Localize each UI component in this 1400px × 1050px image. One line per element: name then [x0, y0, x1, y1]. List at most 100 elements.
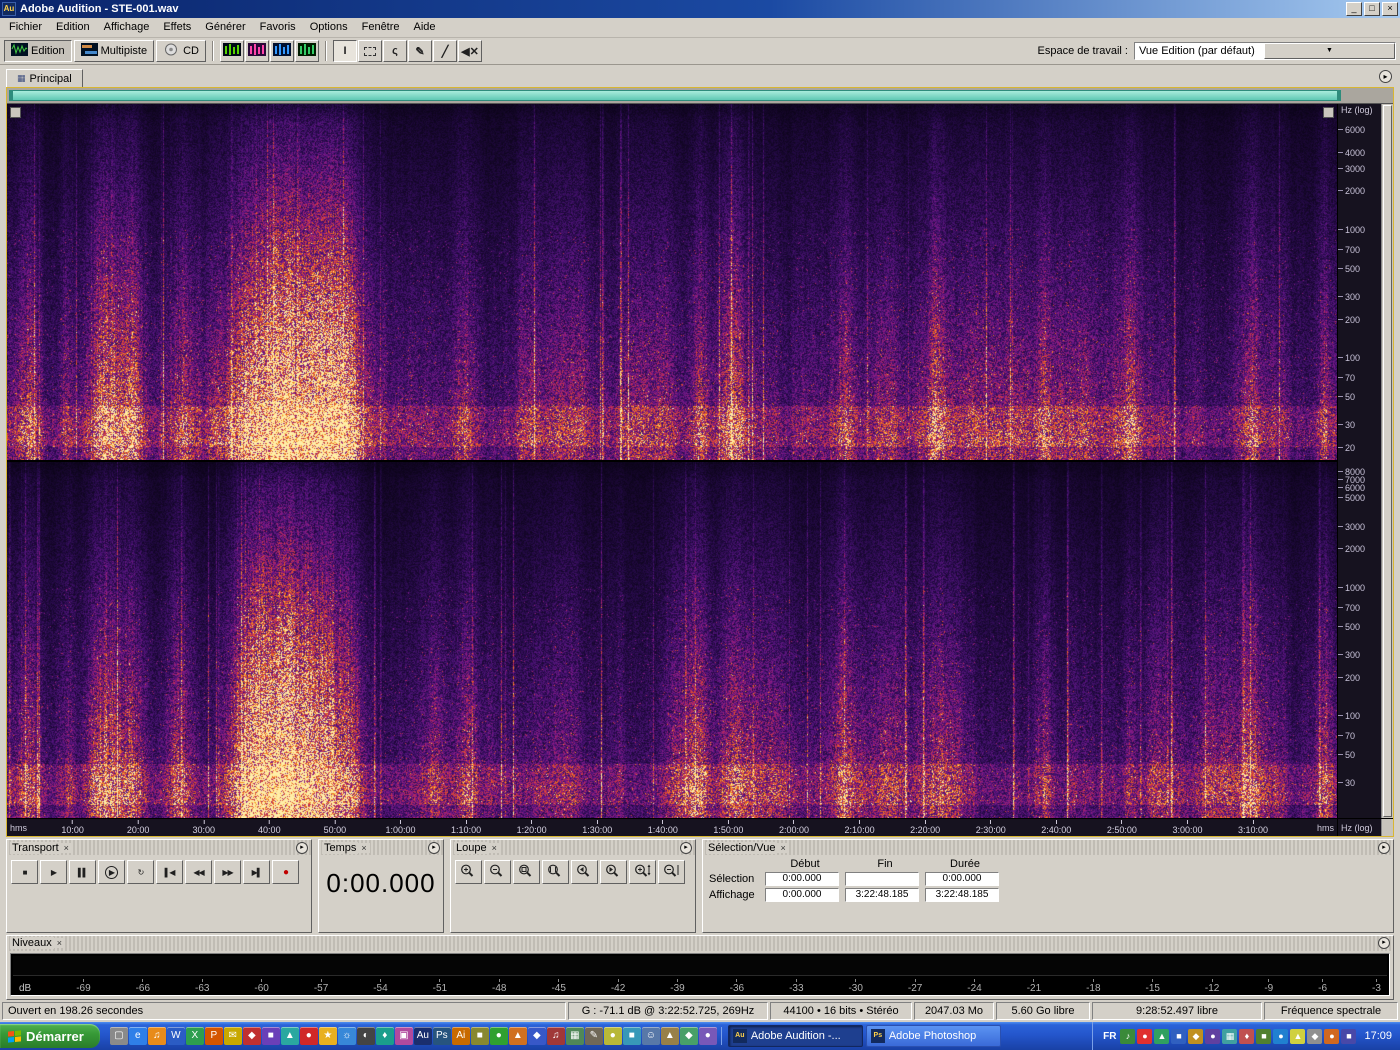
play-from-cursor-button[interactable]: ▶ [98, 860, 125, 885]
value-field[interactable]: 0:00.000 [765, 888, 839, 903]
tray-icon[interactable]: ● [1137, 1028, 1153, 1044]
quicklaunch-icon[interactable]: Ps [432, 1027, 451, 1046]
vertical-scrollbar[interactable] [1381, 104, 1393, 819]
panel-menu-icon[interactable]: ▸ [680, 841, 692, 854]
play-looped-button[interactable]: ↻ [127, 860, 154, 885]
tray-icon[interactable]: ● [1273, 1028, 1289, 1044]
quicklaunch-icon[interactable]: ▲ [280, 1027, 299, 1046]
quicklaunch-icon[interactable]: ☼ [337, 1027, 356, 1046]
close-panel-icon[interactable]: × [777, 842, 789, 853]
quicklaunch-icon[interactable]: ♦ [375, 1027, 394, 1046]
zoom-in-vertical-button[interactable] [629, 860, 656, 885]
panel-menu-icon[interactable]: ▸ [1378, 841, 1390, 854]
minimize-button[interactable]: _ [1346, 1, 1362, 16]
quicklaunch-icon[interactable]: ☺ [641, 1027, 660, 1046]
effects-paintbrush-tool[interactable]: ✎ [408, 40, 432, 63]
quicklaunch-icon[interactable]: e [128, 1027, 147, 1046]
quicklaunch-icon[interactable]: ▢ [109, 1027, 128, 1046]
combo-arrow-icon[interactable]: ▼ [1264, 43, 1395, 60]
tray-icon[interactable]: ▲ [1290, 1028, 1306, 1044]
quicklaunch-icon[interactable]: ◆ [527, 1027, 546, 1046]
play-button[interactable]: ▶ [40, 860, 67, 885]
marquee-selection-tool[interactable] [358, 40, 382, 63]
lasso-selection-tool[interactable]: ς [383, 40, 407, 63]
taskbar-task-adobe-photoshop[interactable]: Ps Adobe Photoshop [865, 1025, 1001, 1048]
panel-menu-button[interactable]: ▸ [1379, 70, 1392, 84]
overview-range-bar[interactable] [9, 90, 1341, 102]
pause-button[interactable]: ▌▌ [69, 860, 96, 885]
fast-forward-button[interactable]: ▶▶ [214, 860, 241, 885]
tray-icon[interactable]: ■ [1171, 1028, 1187, 1044]
spectral-phase-view-button[interactable] [295, 40, 319, 63]
time-selection-tool[interactable]: I [333, 40, 357, 63]
value-field[interactable]: 3:22:48.185 [845, 888, 919, 903]
spectral-view-button[interactable] [245, 40, 269, 63]
spectrogram-right-channel[interactable] [7, 462, 1337, 819]
menu-affichage[interactable]: Affichage [97, 19, 157, 35]
menu-options[interactable]: Options [303, 19, 355, 35]
go-to-end-button[interactable]: ▶▌ [243, 860, 270, 885]
waveform-view-button[interactable] [220, 40, 244, 63]
quicklaunch-icon[interactable]: ✎ [584, 1027, 603, 1046]
value-field[interactable]: 0:00.000 [925, 872, 999, 887]
menu-edition[interactable]: Edition [49, 19, 97, 35]
level-meter-bar[interactable] [13, 955, 1387, 976]
quicklaunch-icon[interactable]: ✉ [223, 1027, 242, 1046]
maximize-button[interactable]: □ [1364, 1, 1380, 16]
menu-aide[interactable]: Aide [407, 19, 443, 35]
quicklaunch-icon[interactable]: ◐ [356, 1027, 375, 1046]
scrub-tool[interactable]: ◀✕ [458, 40, 482, 63]
value-field[interactable] [845, 872, 919, 887]
tray-icon[interactable]: ◆ [1188, 1028, 1204, 1044]
zoom-right-edge-selection-button[interactable] [600, 860, 627, 885]
taskbar-clock[interactable]: 17:09 [1364, 1030, 1392, 1042]
menu-fichier[interactable]: Fichier [2, 19, 49, 35]
tray-icon[interactable]: ♪ [1120, 1028, 1136, 1044]
panel-menu-icon[interactable]: ▸ [428, 841, 440, 854]
quicklaunch-icon[interactable]: ■ [261, 1027, 280, 1046]
overview-scrollbar[interactable] [7, 88, 1393, 105]
spectral-pan-view-button[interactable] [270, 40, 294, 63]
spectral-zoom-handle-right[interactable] [1323, 107, 1334, 119]
zoom-out-horizontal-button[interactable] [484, 860, 511, 885]
quicklaunch-icon[interactable]: ★ [318, 1027, 337, 1046]
level-meter[interactable]: dB -69 -66 -63 -60 -57 -54 -51 -48 -45 -42 -39 -36 -3… [10, 952, 1390, 997]
rewind-button[interactable]: ◀◀ [185, 860, 212, 885]
record-button[interactable]: ● [272, 860, 299, 885]
tray-icon[interactable]: ♦ [1239, 1028, 1255, 1044]
spectral-zoom-handle-left[interactable] [10, 107, 21, 119]
quicklaunch-icon[interactable]: X [185, 1027, 204, 1046]
quicklaunch-icon[interactable]: ◆ [242, 1027, 261, 1046]
quicklaunch-icon[interactable]: ● [489, 1027, 508, 1046]
close-button[interactable]: × [1382, 1, 1398, 16]
mode-edition-button[interactable]: Edition [4, 40, 72, 63]
quicklaunch-icon[interactable]: P [204, 1027, 223, 1046]
quicklaunch-icon[interactable]: ▲ [508, 1027, 527, 1046]
workspace-combobox[interactable]: Vue Edition (par défaut) ▼ [1134, 42, 1396, 61]
quicklaunch-icon[interactable]: ▦ [565, 1027, 584, 1046]
quicklaunch-icon[interactable]: ● [603, 1027, 622, 1046]
quicklaunch-icon[interactable]: ▣ [394, 1027, 413, 1046]
vertical-scrollbar-thumb[interactable] [1383, 105, 1392, 818]
quicklaunch-icon[interactable]: W [166, 1027, 185, 1046]
tray-icon[interactable]: ◆ [1307, 1028, 1323, 1044]
tray-icon[interactable]: ■ [1256, 1028, 1272, 1044]
mode-multipiste-button[interactable]: Multipiste [73, 40, 155, 63]
zoom-to-selection-button[interactable] [542, 860, 569, 885]
panel-menu-icon[interactable]: ▸ [1378, 937, 1390, 950]
panel-menu-icon[interactable]: ▸ [296, 841, 308, 854]
stop-button[interactable]: ■ [11, 860, 38, 885]
zoom-out-vertical-button[interactable] [658, 860, 685, 885]
close-panel-icon[interactable]: × [60, 842, 72, 853]
menu-ge-ne-rer[interactable]: Générer [198, 19, 252, 35]
timeline-ruler[interactable]: hms hms 10:00 20:00 30:00 40:00 50:00 1:00:00 1:… [7, 819, 1337, 836]
close-panel-icon[interactable]: × [488, 842, 500, 853]
close-panel-icon[interactable]: × [358, 842, 370, 853]
menu-fene-tre[interactable]: Fenêtre [355, 19, 407, 35]
tray-icon[interactable]: ▦ [1222, 1028, 1238, 1044]
mode-cd-button[interactable]: CD [156, 40, 206, 63]
quicklaunch-icon[interactable]: ▲ [660, 1027, 679, 1046]
taskbar-task-adobe-audition[interactable]: Au Adobe Audition -... [727, 1025, 863, 1048]
tray-icon[interactable]: ● [1205, 1028, 1221, 1044]
tray-icon[interactable]: ● [1324, 1028, 1340, 1044]
